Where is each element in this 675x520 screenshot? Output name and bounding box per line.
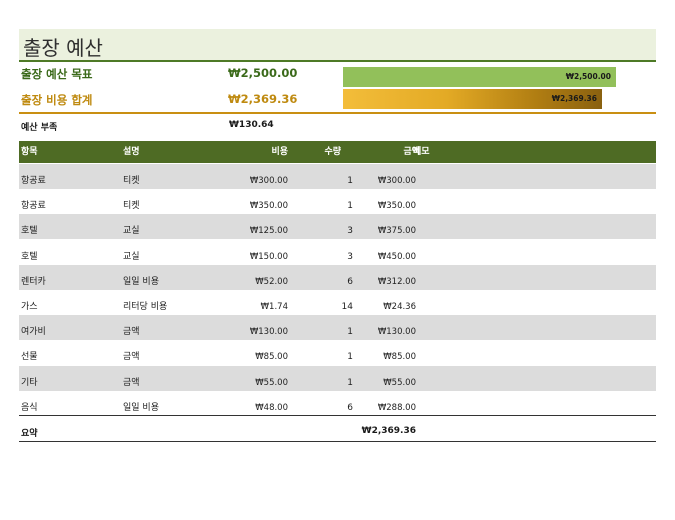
budget-goal-label: 출장 예산 목표 [21,67,93,81]
table-row: 여가비 금액 ₩130.00 1 ₩130.00 [19,315,656,341]
table-row: 항공료 티켓 ₩350.00 1 ₩350.00 [19,189,656,215]
table-row: 선물 금액 ₩85.00 1 ₩85.00 [19,340,656,366]
budget-goal-value: ₩2,500.00 [228,66,298,80]
total-cost-bar: ₩2,369.36 [343,89,602,109]
header-amount: 금액 [403,147,420,157]
header-description: 설명 [123,147,140,157]
total-value: ₩2,369.36 [361,426,416,436]
table-row: 호텔 교실 ₩125.00 3 ₩375.00 [19,214,656,240]
row-description: 일일 비용 [123,402,159,413]
page-title: 출장 예산 [23,36,103,60]
row-item: 음식 [21,402,38,413]
total-label: 요약 [21,429,38,439]
title-band: 출장 예산 [19,29,656,62]
row-amount: ₩288.00 [377,402,416,413]
row-qty: 6 [347,402,353,413]
table-row: 렌터카 일일 비용 ₩52.00 6 ₩312.00 [19,264,656,290]
gold-divider [19,112,656,114]
shortfall-value: ₩130.64 [229,120,274,130]
header-item: 항목 [21,147,38,157]
table-row: 항공료 티켓 ₩300.00 1 ₩300.00 [19,164,656,189]
table-row: 기타 금액 ₩55.00 1 ₩55.00 [19,365,656,391]
budget-goal-bar: ₩2,500.00 [343,67,616,87]
table-header: 항목 설명 비용 수량 금액 메모 [19,141,656,163]
table-row: 가스 리터당 비용 ₩1.74 14 ₩24.36 [19,290,656,315]
header-qty: 수량 [324,147,341,157]
header-memo: 메모 [413,147,430,157]
total-row: 요약 ₩2,369.36 [19,426,656,441]
total-bottom-rule [19,441,656,442]
table-row: 호텔 교실 ₩150.00 3 ₩450.00 [19,239,656,265]
table-row: 음식 일일 비용 ₩48.00 6 ₩288.00 [19,390,656,416]
total-cost-value: ₩2,369.36 [228,92,298,106]
table-bottom-rule [19,415,656,416]
total-cost-label: 출장 비용 합계 [21,93,93,107]
shortfall-label: 예산 부족 [21,123,58,133]
row-cost: ₩48.00 [255,402,288,413]
header-cost: 비용 [271,147,288,157]
